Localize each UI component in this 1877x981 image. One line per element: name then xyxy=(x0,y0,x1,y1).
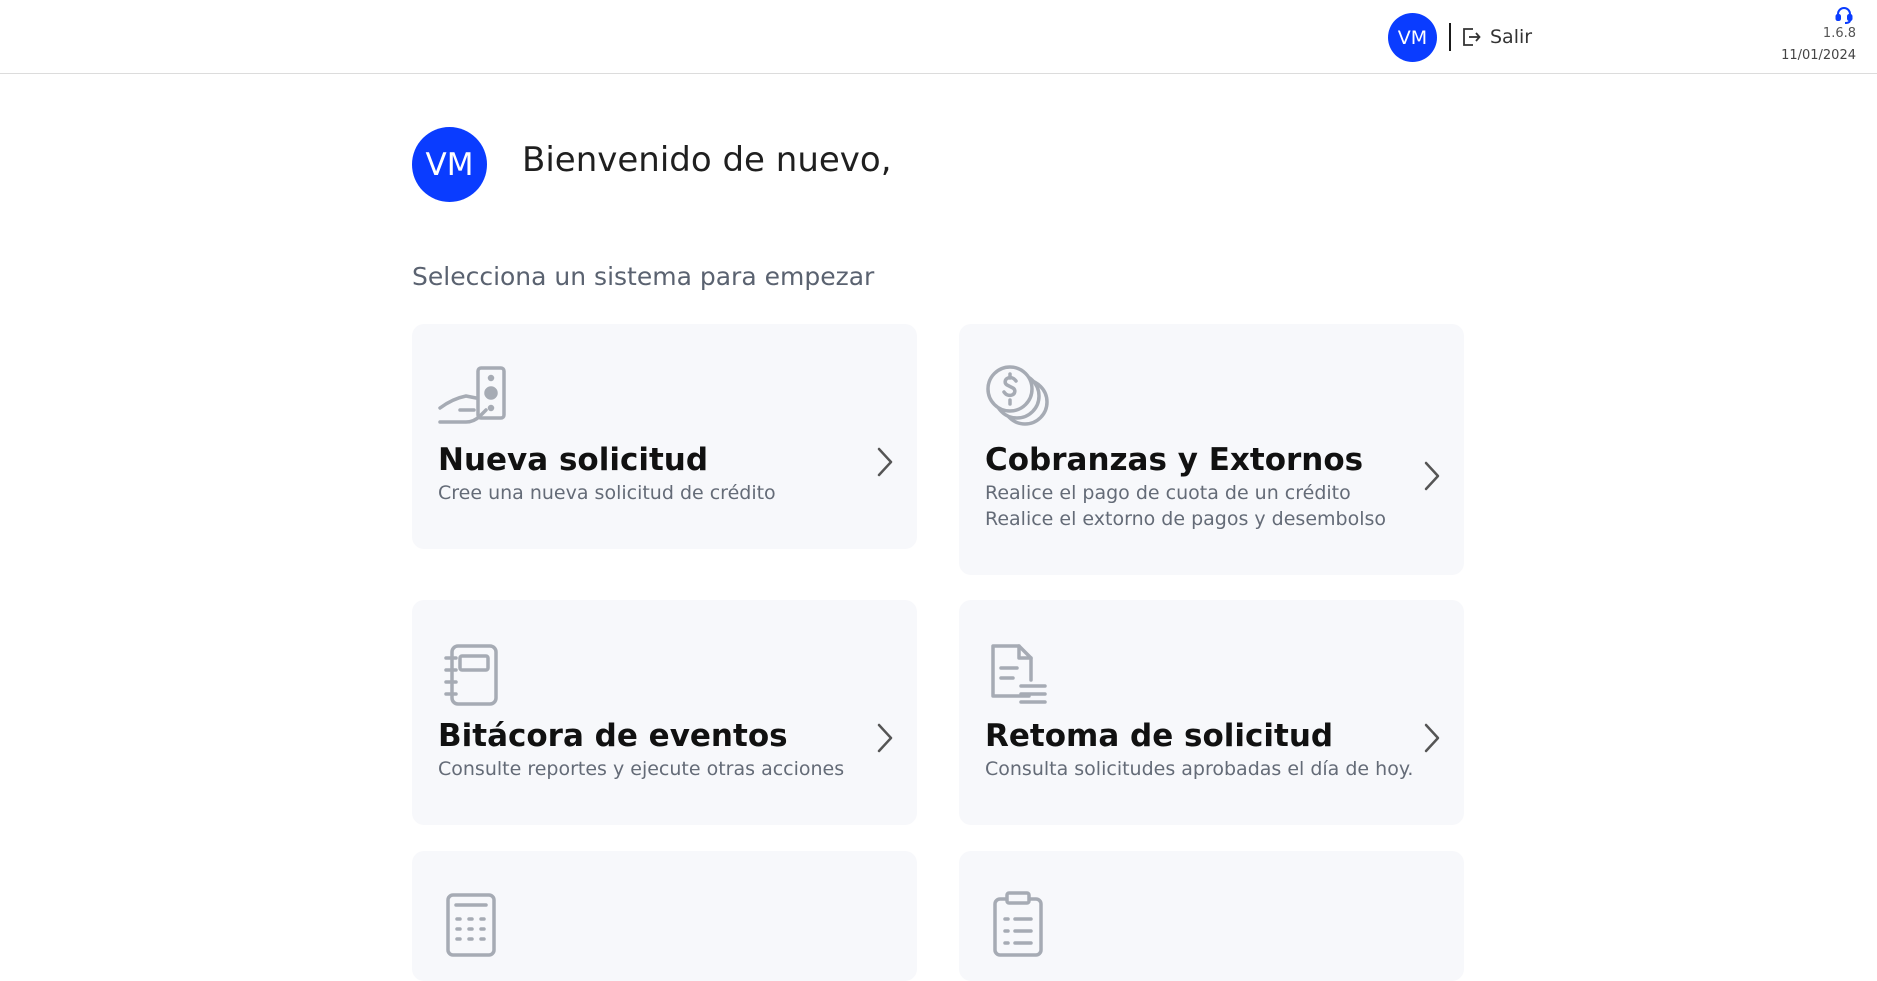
divider xyxy=(1449,23,1451,51)
headset-icon[interactable] xyxy=(1834,5,1854,25)
logout-label: Salir xyxy=(1490,26,1533,48)
card-title: Retoma de solicitud xyxy=(985,718,1334,754)
card-clipboard[interactable] xyxy=(959,851,1464,981)
card-description: Realice el pago de cuota de un crédito xyxy=(985,482,1351,504)
calculator-icon xyxy=(446,893,496,957)
card-title: Cobranzas y Extornos xyxy=(985,442,1364,478)
coins-icon xyxy=(986,365,1049,426)
document-list-icon xyxy=(991,644,1047,704)
card-title: Nueva solicitud xyxy=(438,442,709,478)
logout-button[interactable]: Salir xyxy=(1460,22,1532,52)
chevron-right-icon xyxy=(1424,723,1440,753)
card-calculator[interactable] xyxy=(412,851,917,981)
select-system-prompt: Selecciona un sistema para empezar xyxy=(412,262,875,291)
cash-hand-icon xyxy=(438,366,506,424)
chevron-right-icon xyxy=(877,723,893,753)
user-avatar[interactable]: VM xyxy=(1388,13,1437,62)
card-bitacora-eventos[interactable]: Bitácora de eventos Consulte reportes y … xyxy=(412,600,917,825)
card-title: Bitácora de eventos xyxy=(438,718,788,754)
app-version: 1.6.8 xyxy=(1822,26,1856,41)
logout-icon xyxy=(1463,28,1481,46)
current-date: 11/01/2024 xyxy=(1781,48,1856,63)
chevron-right-icon xyxy=(877,447,893,477)
card-retoma-solicitud[interactable]: Retoma de solicitud Consulta solicitudes… xyxy=(959,600,1464,825)
notebook-icon xyxy=(444,644,498,706)
welcome-avatar: VM xyxy=(412,127,487,202)
card-cobranzas-extornos[interactable]: Cobranzas y Extornos Realice el pago de … xyxy=(959,324,1464,575)
card-description: Consulte reportes y ejecute otras accion… xyxy=(438,758,845,780)
card-description-secondary: Realice el extorno de pagos y desembolso xyxy=(985,508,1387,530)
card-nueva-solicitud[interactable]: Nueva solicitud Cree una nueva solicitud… xyxy=(412,324,917,549)
top-bar: VM Salir 1.6.8 11/01/2024 xyxy=(0,0,1877,74)
card-description: Cree una nueva solicitud de crédito xyxy=(438,482,776,504)
clipboard-list-icon xyxy=(993,891,1043,957)
chevron-right-icon xyxy=(1424,461,1440,491)
card-description: Consulta solicitudes aprobadas el día de… xyxy=(985,758,1414,780)
welcome-greeting: Bienvenido de nuevo, xyxy=(522,140,892,180)
